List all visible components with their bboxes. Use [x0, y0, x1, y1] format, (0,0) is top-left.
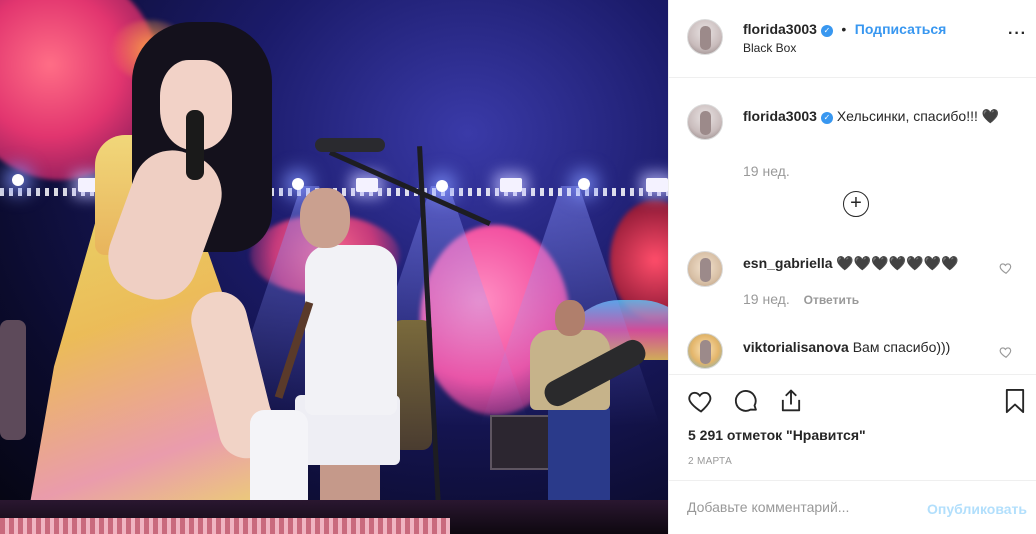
verified-badge-icon: ✓ — [820, 112, 833, 124]
post-actions: 5 291 отметок "Нравится" 2 МАРТА — [669, 374, 1036, 480]
stage-light — [500, 178, 522, 192]
bookmark-icon[interactable] — [1001, 387, 1029, 415]
bassist — [555, 300, 585, 336]
comments-list[interactable]: florida3003 ✓ Хельсинки, спасибо!!! 🖤 19 … — [669, 78, 1036, 374]
spotlight — [12, 174, 24, 186]
reply-button[interactable]: Ответить — [804, 293, 859, 307]
caption-avatar[interactable] — [687, 104, 723, 140]
comment-body: Вам спасибо))) — [852, 339, 951, 355]
stage-light — [646, 178, 668, 192]
spotlight — [578, 178, 590, 190]
commenter-avatar[interactable] — [687, 333, 723, 369]
post-photo[interactable] — [0, 0, 668, 534]
comment-text: esn_gabriella 🖤🖤🖤🖤🖤🖤🖤 — [743, 255, 958, 272]
comment-input[interactable] — [687, 499, 917, 515]
post-header: florida3003 ✓ • Подписаться Black Box ··· — [669, 0, 1036, 78]
post-sidebar: florida3003 ✓ • Подписаться Black Box ···… — [668, 0, 1036, 534]
comment-time[interactable]: 19 нед. — [743, 291, 790, 307]
like-heart-icon[interactable] — [687, 387, 715, 415]
comment-meta: 19 нед. Ответить — [743, 291, 859, 307]
comment-like-heart-icon[interactable] — [999, 261, 1013, 275]
comment-body: 🖤🖤🖤🖤🖤🖤🖤 — [836, 255, 959, 271]
author-username[interactable]: florida3003 — [743, 21, 817, 37]
likes-count[interactable]: 5 291 отметок "Нравится" — [688, 427, 866, 443]
author-avatar[interactable] — [687, 19, 723, 55]
amplifier — [490, 415, 550, 470]
author-line: florida3003 ✓ • Подписаться — [743, 21, 946, 39]
caption-body: Хельсинки, спасибо!!! 🖤 — [836, 108, 1000, 124]
guitarist — [300, 188, 350, 248]
spotlight — [436, 180, 448, 192]
commenter-avatar[interactable] — [687, 251, 723, 287]
share-icon[interactable] — [777, 387, 805, 415]
comment-like-heart-icon[interactable] — [999, 345, 1013, 359]
separator-dot: • — [841, 21, 847, 37]
commenter-username[interactable]: viktorialisanova — [743, 339, 849, 355]
comment-bubble-icon[interactable] — [732, 387, 760, 415]
guitarist — [305, 245, 397, 415]
add-comment-form: Опубликовать — [669, 480, 1036, 534]
caption-time[interactable]: 19 нед. — [743, 163, 790, 179]
location-link[interactable]: Black Box — [743, 41, 796, 55]
verified-badge-icon: ✓ — [820, 25, 833, 37]
stage-riser — [0, 518, 450, 534]
stage-light — [356, 178, 378, 192]
post-date[interactable]: 2 МАРТА — [688, 456, 732, 467]
bassist — [548, 405, 610, 505]
spotlight — [292, 178, 304, 190]
more-options-icon[interactable]: ··· — [1008, 25, 1027, 43]
microphone — [315, 138, 385, 152]
follow-button[interactable]: Подписаться — [855, 21, 947, 37]
commenter-username[interactable]: esn_gabriella — [743, 255, 833, 271]
comment-text: viktorialisanova Вам спасибо))) — [743, 339, 950, 355]
musician-left — [0, 320, 26, 440]
publish-button[interactable]: Опубликовать — [927, 501, 1027, 517]
microphone — [186, 110, 204, 180]
load-more-comments-icon[interactable]: + — [843, 191, 869, 217]
caption-username[interactable]: florida3003 — [743, 108, 817, 124]
caption-text: florida3003 ✓ Хельсинки, спасибо!!! 🖤 — [743, 107, 1013, 125]
